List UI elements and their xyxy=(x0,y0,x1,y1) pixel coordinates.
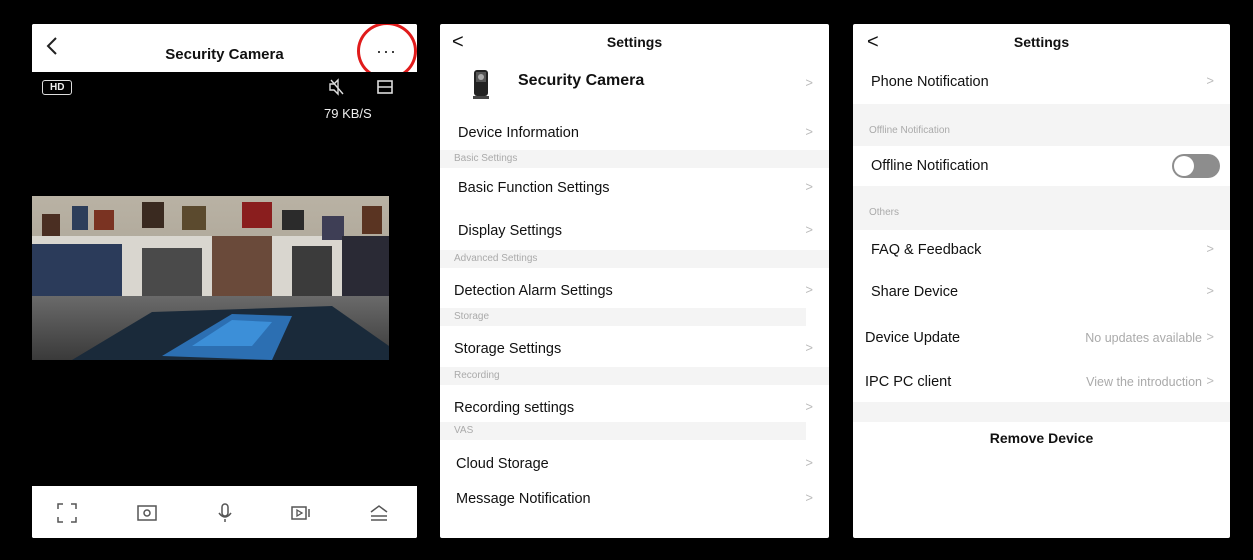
row-device-information[interactable]: Device Information > xyxy=(440,115,829,151)
row-label: Detection Alarm Settings xyxy=(454,283,613,299)
camera-toolbar xyxy=(32,486,417,538)
device-update-status: No updates available xyxy=(1085,331,1202,345)
settings-screen-1: < Settings Security Camera > Device Info… xyxy=(440,24,829,538)
device-name: Security Camera xyxy=(518,72,645,89)
section-advanced-settings: Advanced Settings xyxy=(440,250,829,268)
device-header-row[interactable]: Security Camera > xyxy=(440,60,829,108)
section-divider xyxy=(853,402,1230,422)
chevron-right-icon: > xyxy=(805,75,813,90)
ipc-pc-client-link: View the introduction xyxy=(1086,375,1202,389)
chevron-right-icon: > xyxy=(1206,373,1214,388)
stream-speed: 79 KB/S xyxy=(324,106,372,121)
settings-screen-2: < Settings Phone Notification > Offline … xyxy=(853,24,1230,538)
row-recording-settings[interactable]: Recording settings > xyxy=(440,390,829,426)
row-label: Offline Notification xyxy=(871,158,989,174)
section-recording: Recording xyxy=(440,367,829,385)
expand-icon[interactable] xyxy=(368,502,390,524)
layout-icon[interactable] xyxy=(376,78,394,96)
row-message-notification[interactable]: Message Notification > xyxy=(440,481,829,517)
section-offline-notification: Offline Notification xyxy=(853,104,1230,146)
row-label: Message Notification xyxy=(456,491,591,507)
chevron-right-icon: > xyxy=(1206,241,1214,256)
camera-header: Security Camera ··· xyxy=(32,24,417,80)
fullscreen-icon[interactable] xyxy=(56,502,78,524)
chevron-right-icon: > xyxy=(805,399,813,414)
row-label: FAQ & Feedback xyxy=(871,242,982,258)
row-label: Share Device xyxy=(871,284,959,300)
row-label: Storage Settings xyxy=(454,341,562,357)
screenshot-icon[interactable] xyxy=(136,502,158,524)
row-label: IPC PC client xyxy=(865,374,952,390)
chevron-right-icon: > xyxy=(1206,283,1214,298)
chevron-right-icon: > xyxy=(1206,73,1214,88)
section-storage: Storage xyxy=(440,308,806,326)
chevron-right-icon: > xyxy=(805,124,813,139)
remove-device-button[interactable]: Remove Device xyxy=(853,430,1230,446)
row-phone-notification[interactable]: Phone Notification > xyxy=(853,64,1230,100)
row-label: Cloud Storage xyxy=(456,456,549,472)
section-basic-settings: Basic Settings xyxy=(440,150,829,168)
row-label: Basic Function Settings xyxy=(458,180,610,196)
offline-notification-toggle[interactable] xyxy=(1172,154,1220,178)
row-offline-notification[interactable]: Offline Notification xyxy=(853,146,1230,186)
mute-icon[interactable] xyxy=(328,78,346,96)
row-label: Display Settings xyxy=(458,223,562,239)
row-basic-function-settings[interactable]: Basic Function Settings > xyxy=(440,170,829,206)
row-faq-feedback[interactable]: FAQ & Feedback > xyxy=(853,232,1230,268)
section-others: Others xyxy=(853,186,1230,230)
chevron-right-icon: > xyxy=(805,179,813,194)
chevron-right-icon: > xyxy=(805,490,813,505)
row-cloud-storage[interactable]: Cloud Storage > xyxy=(440,446,829,482)
row-detection-alarm-settings[interactable]: Detection Alarm Settings > xyxy=(440,273,829,309)
row-display-settings[interactable]: Display Settings > xyxy=(440,213,829,249)
settings-title: Settings xyxy=(1013,34,1070,50)
row-device-update[interactable]: Device Update No updates available > xyxy=(853,320,1230,356)
row-label: Device Update xyxy=(865,330,961,346)
row-label: Phone Notification xyxy=(871,74,989,90)
row-ipc-pc-client[interactable]: IPC PC client View the introduction > xyxy=(853,364,1230,400)
settings-title: Settings xyxy=(606,34,663,50)
row-label: Recording settings xyxy=(454,400,575,416)
camera-feed-image xyxy=(32,196,389,360)
chevron-right-icon: > xyxy=(805,340,813,355)
row-label: Device Information xyxy=(458,125,579,141)
record-icon[interactable] xyxy=(290,502,312,524)
chevron-right-icon: > xyxy=(1206,329,1214,344)
chevron-right-icon: > xyxy=(805,222,813,237)
hd-button[interactable]: HD xyxy=(42,80,73,95)
section-vas: VAS xyxy=(440,422,806,440)
camera-device-icon xyxy=(472,66,490,104)
video-feed-area[interactable]: HD 79 KB/S xyxy=(32,72,417,486)
toggle-knob xyxy=(1174,156,1194,176)
camera-view-screen: Security Camera ··· HD 79 KB/S xyxy=(32,24,417,538)
row-share-device[interactable]: Share Device > xyxy=(853,274,1230,310)
row-storage-settings[interactable]: Storage Settings > xyxy=(440,331,829,367)
microphone-icon[interactable] xyxy=(214,502,236,524)
chevron-right-icon: > xyxy=(805,282,813,297)
chevron-right-icon: > xyxy=(805,455,813,470)
